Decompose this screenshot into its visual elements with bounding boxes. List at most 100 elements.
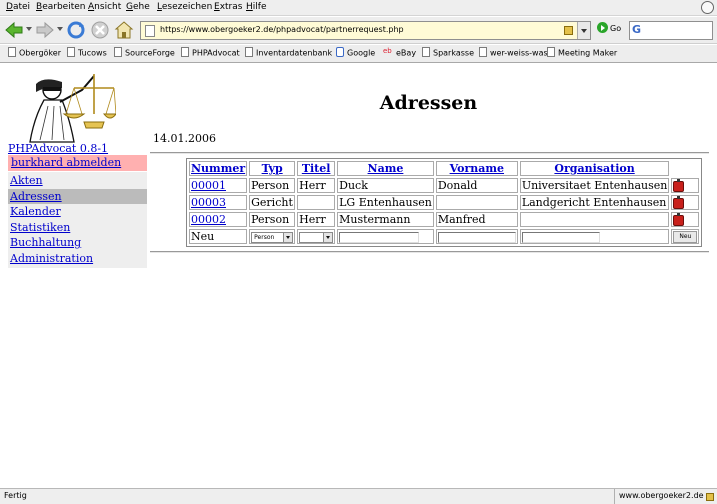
cell-nummer[interactable]: 00002 xyxy=(189,212,248,227)
table-row: 00003 Gericht LG Entenhausen Landgericht… xyxy=(189,195,700,210)
go-button[interactable]: Go xyxy=(597,22,621,37)
cell-organisation: Landgericht Entenhausen xyxy=(519,195,670,210)
search-input[interactable]: G xyxy=(629,21,713,40)
lock-icon[interactable] xyxy=(706,493,714,501)
bookmark-google[interactable]: Google xyxy=(336,47,375,58)
vorname-input[interactable] xyxy=(437,231,516,243)
top-divider xyxy=(150,152,709,154)
navigation-toolbar: https://www.obergoeker2.de/phpadvocat/pa… xyxy=(0,17,717,44)
go-arrow-icon xyxy=(597,22,608,33)
header-spacer xyxy=(671,161,699,176)
cell-nummer[interactable]: 00003 xyxy=(189,195,248,210)
cell-typ: Person xyxy=(249,212,296,227)
sidebar-item-administration[interactable]: Administration xyxy=(8,251,147,267)
delete-icon[interactable] xyxy=(673,213,685,226)
page-icon xyxy=(422,47,430,57)
status-bar: Fertig www.obergoeker2.de xyxy=(0,488,717,504)
page-date: 14.01.2006 xyxy=(153,132,216,145)
sidebar-item-statistiken[interactable]: Statistiken xyxy=(8,220,147,236)
back-history-dropdown-icon[interactable] xyxy=(26,27,32,31)
page-icon xyxy=(547,47,555,57)
new-titel-cell xyxy=(297,229,336,244)
throbber-icon xyxy=(701,1,714,14)
chevron-down-icon xyxy=(283,232,293,242)
page-title: Adressen xyxy=(379,92,478,114)
page-content: PHPAdvocat 0.8-1 burkhard abmelden Akten… xyxy=(0,64,717,488)
new-vorname-cell xyxy=(435,229,518,244)
cell-titel: Herr xyxy=(297,178,336,193)
menu-bearbeiten[interactable]: Bearbeiten xyxy=(36,2,85,12)
column-header-organisation[interactable]: Organisation xyxy=(519,161,670,176)
column-header-nummer[interactable]: Nummer xyxy=(189,161,248,176)
new-typ-cell: Person xyxy=(249,229,296,244)
page-icon xyxy=(8,47,16,57)
column-header-typ[interactable]: Typ xyxy=(249,161,296,176)
menu-extras[interactable]: Extras xyxy=(214,2,242,12)
forward-arrow-icon[interactable] xyxy=(35,20,55,40)
bookmark-tucows[interactable]: Tucows xyxy=(67,47,107,58)
home-icon[interactable] xyxy=(114,20,134,40)
organisation-input[interactable] xyxy=(521,231,600,243)
sidebar: burkhard abmelden Akten Adressen Kalende… xyxy=(8,155,147,268)
column-header-titel[interactable]: Titel xyxy=(297,161,336,176)
url-history-dropdown[interactable] xyxy=(577,22,590,39)
cell-organisation xyxy=(519,212,670,227)
new-row-label: Neu xyxy=(189,229,248,244)
app-version-link[interactable]: PHPAdvocat 0.8-1 xyxy=(8,142,108,155)
cell-vorname xyxy=(435,195,518,210)
bookmark-meeting-maker[interactable]: Meeting Maker xyxy=(547,47,617,58)
bottom-divider xyxy=(150,251,709,253)
cell-delete xyxy=(671,212,700,227)
logout-link[interactable]: burkhard abmelden xyxy=(8,155,147,171)
name-input[interactable] xyxy=(339,231,420,243)
sidebar-nav: Akten Adressen Kalender Statistiken Buch… xyxy=(8,172,147,268)
sidebar-item-akten[interactable]: Akten xyxy=(8,173,147,189)
bookmark-sparkasse[interactable]: Sparkasse xyxy=(422,47,474,58)
lock-icon xyxy=(564,26,573,35)
cell-nummer[interactable]: 00001 xyxy=(189,178,248,193)
address-bar[interactable]: https://www.obergoeker2.de/phpadvocat/pa… xyxy=(140,21,591,40)
column-header-vorname[interactable]: Vorname xyxy=(435,161,518,176)
cell-titel xyxy=(297,195,336,210)
bookmark-phpadvocat[interactable]: PHPAdvocat xyxy=(181,47,240,58)
menu-lesezeichen[interactable]: Lesezeichen xyxy=(157,2,212,12)
stop-icon[interactable] xyxy=(90,20,110,40)
sidebar-item-adressen[interactable]: Adressen xyxy=(8,188,147,204)
sidebar-item-buchhaltung[interactable]: Buchhaltung xyxy=(8,235,147,251)
bookmark-inventardatenbank[interactable]: Inventardatenbank xyxy=(245,47,332,58)
bookmarks-toolbar: Obergöker Tucows SourceForge PHPAdvocat … xyxy=(0,45,717,63)
sidebar-item-kalender[interactable]: Kalender xyxy=(8,204,147,220)
url-text[interactable]: https://www.obergoeker2.de/phpadvocat/pa… xyxy=(160,25,404,34)
new-organisation-cell xyxy=(519,229,670,244)
chevron-down-icon xyxy=(323,232,333,242)
forward-history-dropdown-icon[interactable] xyxy=(57,27,63,31)
bookmark-wer-weiss-was[interactable]: wer-weiss-was xyxy=(479,47,548,58)
new-address-button[interactable]: Neu xyxy=(673,231,698,243)
google-search-icon[interactable]: G xyxy=(632,23,647,38)
status-host: www.obergoeker2.de xyxy=(614,489,717,504)
cell-organisation: Universitaet Entenhausen xyxy=(519,178,670,193)
cell-name: Mustermann xyxy=(337,212,434,227)
cell-typ: Person xyxy=(249,178,296,193)
reload-icon[interactable] xyxy=(66,20,86,40)
bookmark-sourceforge[interactable]: SourceForge xyxy=(114,47,175,58)
cell-titel: Herr xyxy=(297,212,336,227)
titel-select[interactable] xyxy=(299,231,334,243)
menu-hilfe[interactable]: Hilfe xyxy=(246,2,267,12)
menu-ansicht[interactable]: Ansicht xyxy=(88,2,121,12)
bookmark-ebay[interactable]: eb eBay xyxy=(383,47,416,58)
delete-icon[interactable] xyxy=(673,196,685,209)
cell-vorname: Donald xyxy=(435,178,518,193)
column-header-name[interactable]: Name xyxy=(337,161,434,176)
menu-gehe[interactable]: Gehe xyxy=(126,2,150,12)
back-arrow-icon[interactable] xyxy=(4,20,24,40)
bookmark-obergoeker[interactable]: Obergöker xyxy=(8,47,61,58)
delete-icon[interactable] xyxy=(673,179,685,192)
typ-select[interactable]: Person xyxy=(251,231,294,243)
cell-name: Duck xyxy=(337,178,434,193)
ebay-icon: eb xyxy=(383,47,392,55)
menu-datei[interactable]: Datei xyxy=(6,2,30,12)
table-header-row: Nummer Typ Titel Name Vorname Organisati… xyxy=(189,161,699,176)
cell-delete xyxy=(671,178,700,193)
cell-typ: Gericht xyxy=(249,195,296,210)
